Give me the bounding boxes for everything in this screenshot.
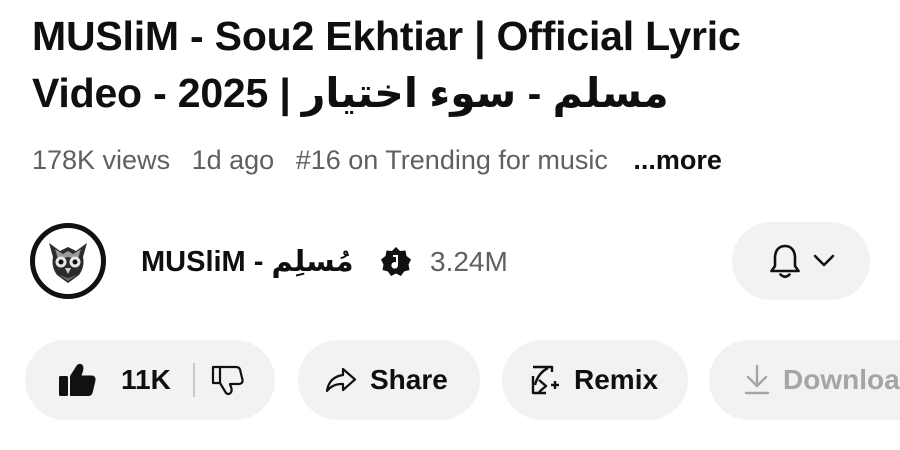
channel-row: MUSliM - مُسلِم 3.24M bbox=[30, 222, 870, 302]
video-meta[interactable]: 178K views 1d ago #16 on Trending for mu… bbox=[32, 142, 722, 178]
download-label: Download bbox=[783, 364, 900, 395]
like-count[interactable]: 11K bbox=[121, 364, 171, 396]
share-arrow-icon bbox=[325, 367, 357, 393]
remix-button[interactable]: Remix bbox=[502, 340, 688, 420]
notifications-button[interactable] bbox=[732, 222, 870, 300]
share-button[interactable]: Share bbox=[298, 340, 480, 420]
more-link[interactable]: ...more bbox=[633, 145, 722, 175]
like-divider bbox=[192, 363, 195, 397]
verified-music-badge-icon bbox=[381, 247, 411, 276]
upload-age: 1d ago bbox=[191, 145, 275, 175]
thumbs-down-icon[interactable] bbox=[211, 364, 245, 396]
thumbs-up-icon[interactable] bbox=[57, 362, 97, 398]
chevron-down-icon bbox=[813, 254, 835, 267]
video-title-line-2: Video - 2025 | مسلم - سوء اختيار bbox=[32, 70, 669, 116]
action-bar: 11K Share Remix Downloa bbox=[0, 340, 900, 420]
view-count: 178K views bbox=[32, 145, 171, 175]
video-title[interactable]: MUSliM - Sou2 Ekhtiar | Official Lyric V… bbox=[32, 8, 852, 122]
subscriber-count: 3.24M bbox=[430, 246, 508, 277]
remix-label: Remix bbox=[574, 364, 659, 395]
remix-icon bbox=[531, 365, 559, 395]
download-button[interactable]: Download bbox=[709, 340, 900, 420]
video-title-line-1: MUSliM - Sou2 Ekhtiar | Official Lyric bbox=[32, 13, 741, 59]
video-details-panel: MUSliM - Sou2 Ekhtiar | Official Lyric V… bbox=[0, 0, 900, 450]
share-label: Share bbox=[370, 364, 448, 395]
channel-avatar[interactable] bbox=[30, 223, 106, 299]
owl-logo-icon bbox=[49, 243, 87, 283]
bell-icon bbox=[770, 244, 800, 279]
like-dislike-pill: 11K bbox=[25, 340, 275, 420]
download-icon bbox=[744, 364, 770, 395]
trending-rank: #16 on Trending for music bbox=[295, 145, 608, 175]
channel-name[interactable]: MUSliM - مُسلِم bbox=[141, 244, 354, 280]
